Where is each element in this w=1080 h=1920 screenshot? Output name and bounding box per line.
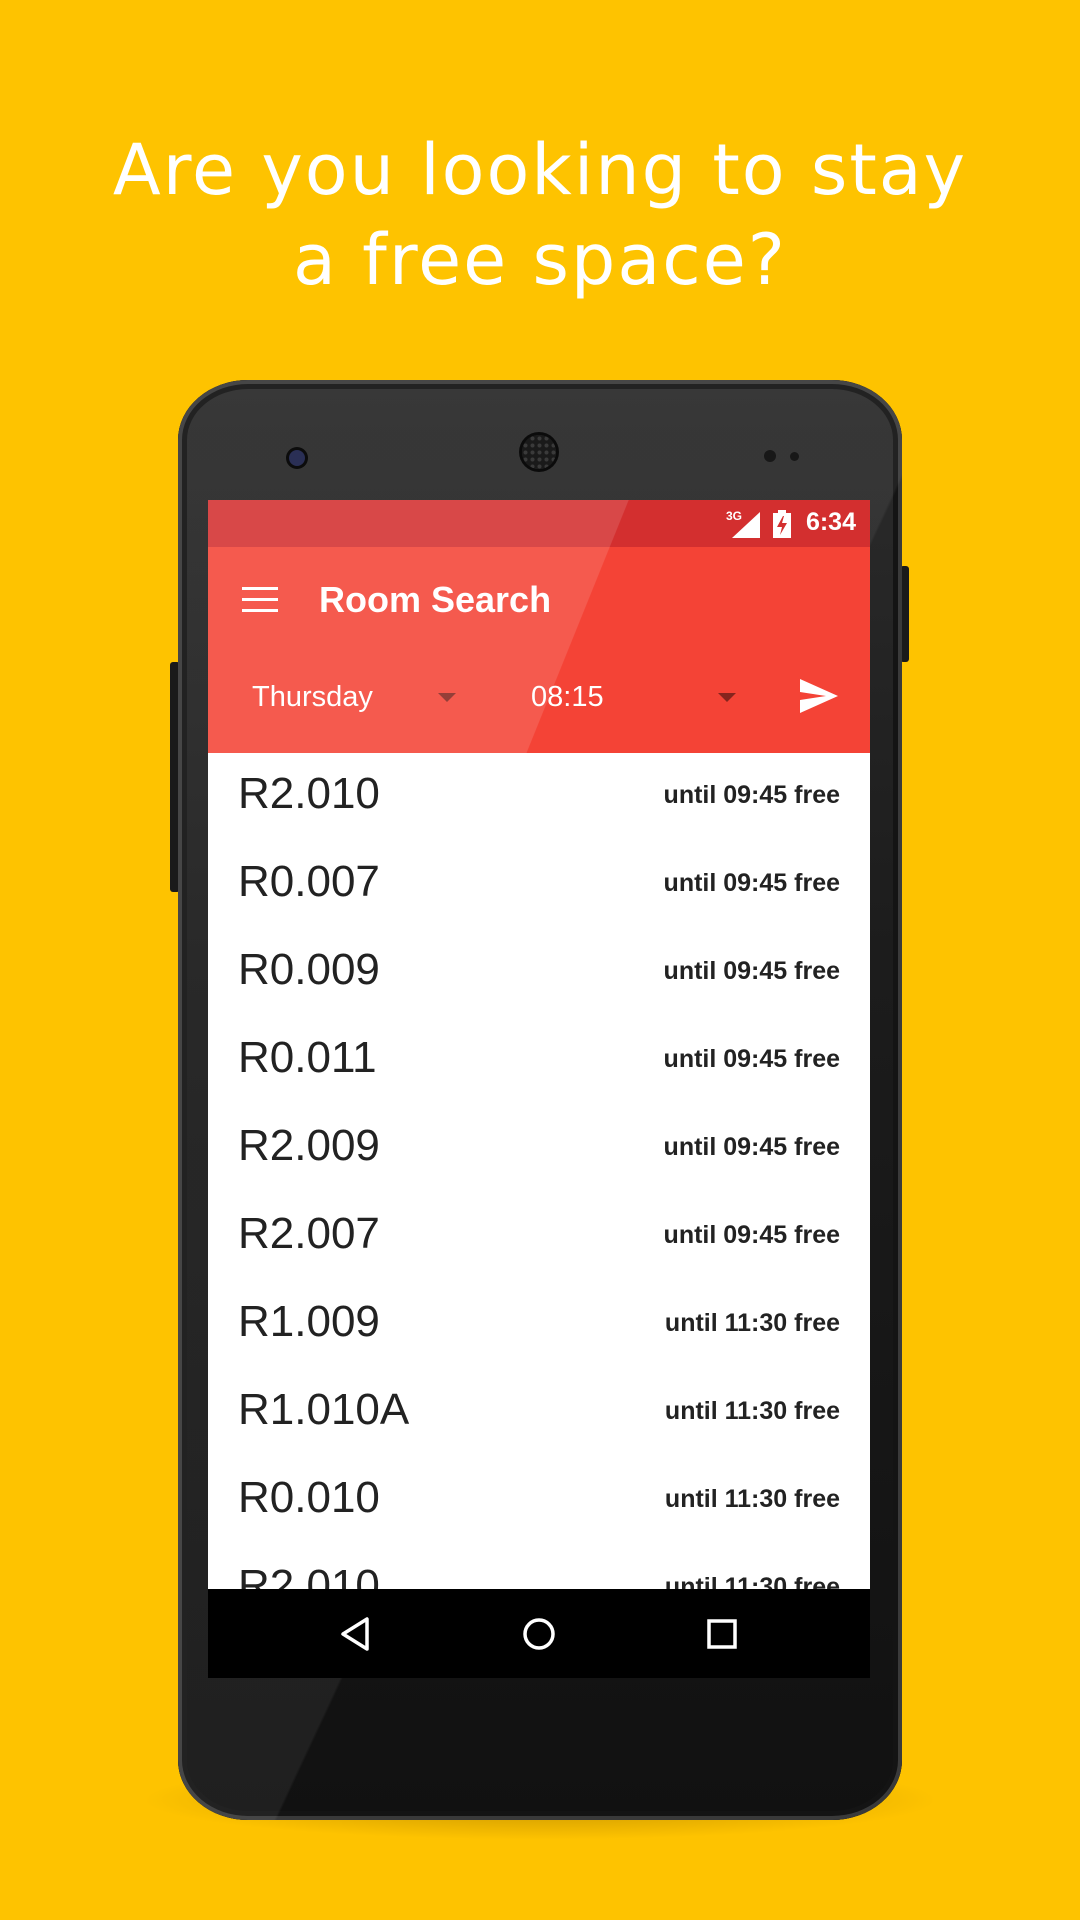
day-dropdown-value: Thursday [252,681,373,713]
hamburger-menu-icon[interactable] [242,587,278,613]
time-dropdown-value: 08:15 [531,681,604,713]
list-item[interactable]: R1.010A until 11:30 free [208,1369,870,1457]
room-name: R2.009 [238,1121,380,1170]
phone-proximity-sensor [764,450,776,462]
recents-icon[interactable] [699,1611,745,1657]
room-name: R0.007 [238,857,380,906]
room-availability: until 09:45 free [663,957,840,985]
room-availability: until 09:45 free [663,1133,840,1161]
headline-line-2: a free space? [293,219,787,301]
room-list: R2.010 until 09:45 free R0.007 until 09:… [208,753,870,1589]
room-availability: until 11:30 free [664,1573,840,1589]
headline: Are you looking to stay a free space? [0,125,1080,305]
list-item[interactable]: R2.009 until 09:45 free [208,1105,870,1193]
room-name: R2.010 [238,769,380,818]
back-icon[interactable] [333,1611,379,1657]
chevron-down-icon [438,693,456,702]
list-item[interactable]: R0.010 until 11:30 free [208,1457,870,1545]
page-title: Room Search [319,579,552,620]
room-name: R0.009 [238,945,380,994]
list-item[interactable]: R0.011 until 09:45 free [208,1017,870,1105]
phone-light-sensor [790,452,799,461]
room-name: R1.009 [238,1297,380,1346]
day-dropdown[interactable]: Thursday [252,672,462,722]
status-bar: 3G 6:34 [208,500,870,547]
battery-charging-icon [773,510,791,538]
list-item[interactable]: R2.010 until 11:30 free [208,1545,870,1589]
signal-icon [732,512,760,538]
list-item[interactable]: R1.009 until 11:30 free [208,1281,870,1369]
headline-line-1: Are you looking to stay [112,129,968,211]
time-dropdown[interactable]: 08:15 [531,672,741,722]
room-name: R0.011 [238,1033,377,1082]
phone-front-camera [289,450,305,466]
list-item[interactable]: R0.009 until 09:45 free [208,929,870,1017]
home-icon[interactable] [516,1611,562,1657]
room-name: R0.010 [238,1473,380,1522]
room-name: R2.007 [238,1209,380,1258]
room-availability: until 11:30 free [664,1397,840,1425]
list-item[interactable]: R2.010 until 09:45 free [208,753,870,841]
room-availability: until 11:30 free [664,1309,840,1337]
app-bar: Room Search Thursday 08:15 [208,547,870,753]
room-availability: until 09:45 free [663,1221,840,1249]
navigation-bar [208,1589,870,1678]
list-item[interactable]: R0.007 until 09:45 free [208,841,870,929]
send-icon[interactable] [798,675,840,717]
phone-screen: 3G 6:34 Room Search Thursday 08:15 R2.01… [208,500,870,1678]
chevron-down-icon [718,693,736,702]
list-item[interactable]: R2.007 until 09:45 free [208,1193,870,1281]
room-availability: until 11:30 free [664,1485,840,1513]
phone-earpiece-speaker [522,435,556,469]
room-availability: until 09:45 free [663,1045,840,1073]
room-availability: until 09:45 free [663,781,840,809]
room-availability: until 09:45 free [663,869,840,897]
status-time: 6:34 [805,508,856,536]
room-name: R2.010 [238,1561,380,1589]
room-name: R1.010A [238,1385,410,1434]
